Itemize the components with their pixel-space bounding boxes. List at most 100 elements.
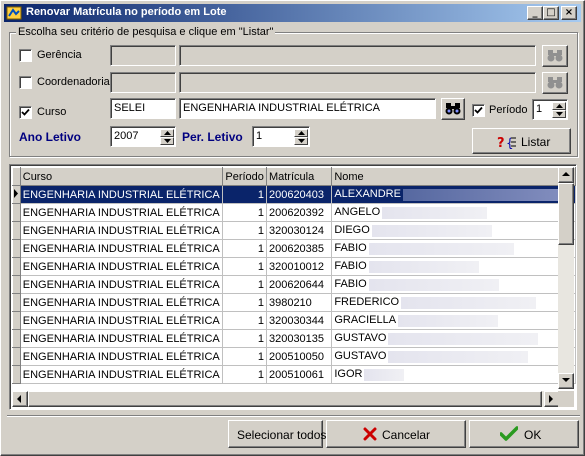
- spin-up-arrow-icon[interactable]: [160, 129, 174, 137]
- cell-curso[interactable]: ENGENHARIA INDUSTRIAL ELÉTRICA: [20, 293, 224, 312]
- table-row[interactable]: ENGENHARIA INDUSTRIAL ELÉTRICA 1 3980210 FR…: [12, 293, 576, 312]
- cell-periodo[interactable]: 1: [222, 203, 267, 222]
- coordenadoria-checkbox[interactable]: [19, 76, 32, 89]
- vertical-scrollbar[interactable]: [558, 167, 574, 389]
- cell-periodo[interactable]: 1: [222, 221, 267, 240]
- cell-matricula[interactable]: 320030124: [266, 221, 333, 240]
- cell-periodo[interactable]: 1: [222, 329, 267, 348]
- close-button[interactable]: ×: [561, 6, 577, 20]
- row-indicator[interactable]: [12, 239, 21, 258]
- cell-curso[interactable]: ENGENHARIA INDUSTRIAL ELÉTRICA: [20, 203, 224, 222]
- cell-curso[interactable]: ENGENHARIA INDUSTRIAL ELÉTRICA: [20, 275, 224, 294]
- cell-periodo[interactable]: 1: [222, 185, 267, 204]
- curso-checkbox[interactable]: [19, 106, 32, 119]
- cell-nome[interactable]: ALEXANDRE: [331, 185, 576, 204]
- coordenadoria-name-field[interactable]: [179, 72, 536, 93]
- cell-periodo[interactable]: 1: [222, 275, 267, 294]
- gerencia-search-button[interactable]: [542, 45, 568, 67]
- horizontal-scroll-thumb[interactable]: [28, 391, 542, 407]
- spin-down-arrow-icon[interactable]: [552, 110, 566, 118]
- row-indicator[interactable]: [12, 311, 21, 330]
- per-letivo-spinner[interactable]: 1: [252, 126, 310, 147]
- cell-matricula[interactable]: 200510061: [266, 365, 333, 384]
- row-indicator[interactable]: [12, 329, 21, 348]
- gerencia-code-field[interactable]: [110, 45, 176, 66]
- table-row[interactable]: ENGENHARIA INDUSTRIAL ELÉTRICA 1 320030124…: [12, 221, 576, 240]
- cell-curso[interactable]: ENGENHARIA INDUSTRIAL ELÉTRICA: [20, 329, 224, 348]
- cell-nome[interactable]: IGOR: [331, 365, 576, 384]
- table-row[interactable]: ENGENHARIA INDUSTRIAL ELÉTRICA 1 200620385…: [12, 239, 576, 258]
- cell-nome[interactable]: FABIO: [331, 239, 576, 258]
- cell-periodo[interactable]: 1: [222, 347, 267, 366]
- cell-curso[interactable]: ENGENHARIA INDUSTRIAL ELÉTRICA: [20, 257, 224, 276]
- cell-matricula[interactable]: 320030344: [266, 311, 333, 330]
- ano-letivo-spinner[interactable]: 2007: [110, 126, 176, 147]
- table-row[interactable]: ENGENHARIA INDUSTRIAL ELÉTRICA 1 200620403…: [12, 185, 576, 204]
- listar-button[interactable]: ? { Listar: [472, 128, 571, 154]
- spin-down-arrow-icon[interactable]: [160, 137, 174, 145]
- cell-nome[interactable]: GRACIELLA: [331, 311, 576, 330]
- cell-nome[interactable]: GUSTAVO: [331, 347, 576, 366]
- ok-button[interactable]: OK: [469, 420, 579, 448]
- cell-nome[interactable]: GUSTAVO: [331, 329, 576, 348]
- cell-curso[interactable]: ENGENHARIA INDUSTRIAL ELÉTRICA: [20, 185, 224, 204]
- row-indicator[interactable]: [12, 347, 21, 366]
- cell-nome[interactable]: FABIO: [331, 275, 576, 294]
- cell-curso[interactable]: ENGENHARIA INDUSTRIAL ELÉTRICA: [20, 365, 224, 384]
- cell-matricula[interactable]: 200620644: [266, 275, 333, 294]
- row-indicator[interactable]: [12, 203, 21, 222]
- scroll-up-arrow-icon[interactable]: [558, 167, 574, 183]
- ano-letivo-spin-buttons[interactable]: [160, 129, 174, 146]
- cell-periodo[interactable]: 1: [222, 239, 267, 258]
- scroll-left-arrow-icon[interactable]: [12, 391, 28, 407]
- row-indicator[interactable]: [12, 221, 21, 240]
- cell-nome[interactable]: ANGELO: [331, 203, 576, 222]
- cell-matricula[interactable]: 200620403: [266, 185, 333, 204]
- periodo-spinner[interactable]: 1: [532, 99, 568, 120]
- table-row[interactable]: ENGENHARIA INDUSTRIAL ELÉTRICA 1 320030344…: [12, 311, 576, 330]
- gerencia-name-field[interactable]: [179, 45, 536, 66]
- per-letivo-spin-buttons[interactable]: [294, 129, 308, 146]
- cell-periodo[interactable]: 1: [222, 293, 267, 312]
- table-row[interactable]: ENGENHARIA INDUSTRIAL ELÉTRICA 1 320010012…: [12, 257, 576, 276]
- row-indicator[interactable]: [12, 275, 21, 294]
- row-indicator[interactable]: [12, 365, 21, 384]
- curso-name-field[interactable]: ENGENHARIA INDUSTRIAL ELÉTRICA: [179, 98, 436, 119]
- cancel-button[interactable]: Cancelar: [326, 420, 466, 448]
- periodo-spin-buttons[interactable]: [552, 102, 566, 119]
- select-all-button[interactable]: Selecionar todos: [228, 420, 326, 448]
- cell-curso[interactable]: ENGENHARIA INDUSTRIAL ELÉTRICA: [20, 221, 224, 240]
- table-row[interactable]: ENGENHARIA INDUSTRIAL ELÉTRICA 1 320030135…: [12, 329, 576, 348]
- table-row[interactable]: ENGENHARIA INDUSTRIAL ELÉTRICA 1 200620392…: [12, 203, 576, 222]
- column-header-periodo[interactable]: Período: [222, 167, 267, 186]
- coordenadoria-search-button[interactable]: [542, 72, 568, 94]
- maximize-button[interactable]: □: [543, 6, 559, 20]
- column-header-matricula[interactable]: Matrícula: [265, 167, 333, 186]
- cell-matricula[interactable]: 200510050: [266, 347, 333, 366]
- column-header-nome[interactable]: Nome: [331, 167, 576, 186]
- spin-down-arrow-icon[interactable]: [294, 137, 308, 145]
- row-indicator[interactable]: [12, 185, 21, 204]
- table-row[interactable]: ENGENHARIA INDUSTRIAL ELÉTRICA 1 200510050…: [12, 347, 576, 366]
- table-row[interactable]: ENGENHARIA INDUSTRIAL ELÉTRICA 1 200510061…: [12, 365, 576, 384]
- cell-periodo[interactable]: 1: [222, 311, 267, 330]
- cell-curso[interactable]: ENGENHARIA INDUSTRIAL ELÉTRICA: [20, 347, 224, 366]
- spin-up-arrow-icon[interactable]: [294, 129, 308, 137]
- title-bar[interactable]: Renovar Matrícula no período em Lote _ □…: [4, 4, 581, 22]
- column-header-curso[interactable]: Curso: [19, 167, 224, 186]
- coordenadoria-code-field[interactable]: [110, 72, 176, 93]
- cell-periodo[interactable]: 1: [222, 365, 267, 384]
- cell-periodo[interactable]: 1: [222, 257, 267, 276]
- cell-matricula[interactable]: 3980210: [266, 293, 333, 312]
- results-grid[interactable]: Curso Período Matrícula Nome ENGENHARIA …: [9, 164, 577, 410]
- row-indicator[interactable]: [12, 257, 21, 276]
- row-indicator[interactable]: [12, 293, 21, 312]
- cell-matricula[interactable]: 320030135: [266, 329, 333, 348]
- cell-nome[interactable]: DIEGO: [331, 221, 576, 240]
- curso-code-field[interactable]: SELEI: [110, 98, 176, 119]
- curso-search-button[interactable]: [441, 98, 465, 120]
- gerencia-checkbox[interactable]: [19, 49, 32, 62]
- horizontal-scrollbar[interactable]: [12, 391, 560, 407]
- spin-up-arrow-icon[interactable]: [552, 102, 566, 110]
- table-row[interactable]: ENGENHARIA INDUSTRIAL ELÉTRICA 1 200620644…: [12, 275, 576, 294]
